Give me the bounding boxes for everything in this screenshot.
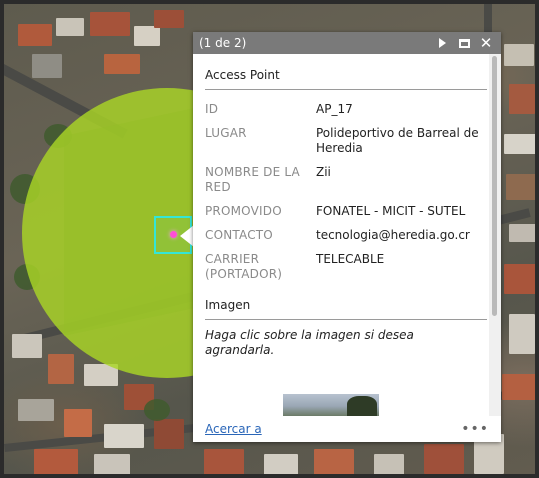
attribute-value: Polideportivo de Barreal de Heredia — [316, 126, 479, 155]
building — [48, 354, 74, 384]
zoom-to-link[interactable]: Acercar a — [205, 422, 461, 436]
attribute-row: LUGAR Polideportivo de Barreal de Heredi… — [205, 126, 489, 165]
attribute-row: CARRIER (PORTADOR) TELECABLE — [205, 252, 489, 291]
building — [502, 374, 535, 400]
building — [94, 454, 130, 474]
building — [90, 12, 130, 36]
close-icon: ✕ — [479, 33, 493, 52]
popup-footer: Acercar a ••• — [193, 416, 501, 442]
image-caption: Haga clic sobre la imagen si desea agran… — [205, 328, 414, 357]
building — [509, 224, 535, 242]
building — [204, 449, 244, 474]
close-button[interactable]: ✕ — [477, 34, 495, 52]
building — [56, 18, 84, 36]
popup-header: (1 de 2) ✕ — [193, 32, 501, 54]
building — [18, 399, 54, 421]
attribute-key: NOMBRE DE LA RED — [205, 165, 300, 194]
map-frame: (1 de 2) ✕ Access Point ID AP_17 LUGAR P — [0, 0, 539, 478]
building — [34, 449, 78, 474]
building — [506, 174, 535, 200]
photo-tree — [347, 396, 377, 416]
building — [504, 44, 534, 66]
attribute-value: FONATEL - MICIT - SUTEL — [316, 204, 466, 218]
building — [264, 454, 298, 474]
building — [104, 424, 144, 448]
play-triangle-icon — [438, 38, 446, 48]
building — [374, 454, 404, 474]
building — [424, 444, 464, 474]
attribute-key: LUGAR — [205, 126, 247, 140]
ellipsis-icon[interactable]: ••• — [461, 421, 489, 437]
attribute-row: NOMBRE DE LA RED Zii — [205, 165, 489, 204]
building — [314, 449, 354, 474]
attribute-table: ID AP_17 LUGAR Polideportivo de Barreal … — [205, 102, 489, 291]
feature-popup: (1 de 2) ✕ Access Point ID AP_17 LUGAR P — [193, 32, 501, 442]
attribute-key: ID — [205, 102, 219, 116]
tree — [144, 399, 170, 421]
building — [509, 314, 535, 354]
next-feature-button[interactable] — [433, 34, 451, 52]
maximize-icon — [458, 38, 470, 48]
building — [134, 26, 160, 46]
building — [64, 409, 92, 437]
building — [18, 24, 52, 46]
site-photo-thumbnail[interactable] — [283, 394, 379, 416]
building — [104, 54, 140, 74]
attribute-row: CONTACTO tecnologia@heredia.go.cr — [205, 228, 489, 252]
building — [154, 10, 184, 28]
attribute-row: ID AP_17 — [205, 102, 489, 126]
attribute-value: Zii — [316, 165, 331, 179]
attribute-value: tecnologia@heredia.go.cr — [316, 228, 470, 242]
attribute-key: PROMOVIDO — [205, 204, 282, 218]
attribute-key: CONTACTO — [205, 228, 273, 242]
popup-content[interactable]: Access Point ID AP_17 LUGAR Polideportiv… — [193, 54, 489, 416]
building — [504, 264, 535, 294]
building — [504, 134, 535, 154]
attribute-value: AP_17 — [316, 102, 353, 116]
popup-pointer — [180, 225, 194, 247]
attribute-value: TELECABLE — [316, 252, 385, 266]
scrollbar-thumb[interactable] — [492, 56, 497, 316]
building — [32, 54, 62, 78]
feature-count: (1 de 2) — [199, 36, 247, 50]
building — [509, 84, 535, 114]
access-point-marker[interactable] — [170, 231, 177, 238]
building — [154, 419, 184, 449]
image-section-title: Imagen — [205, 298, 487, 320]
attribute-key: CARRIER (PORTADOR) — [205, 252, 283, 281]
attribute-row: PROMOVIDO FONATEL - MICIT - SUTEL — [205, 204, 489, 228]
building — [12, 334, 42, 358]
popup-scrollbar[interactable] — [489, 54, 501, 416]
layer-title: Access Point — [205, 68, 487, 90]
maximize-button[interactable] — [455, 34, 473, 52]
